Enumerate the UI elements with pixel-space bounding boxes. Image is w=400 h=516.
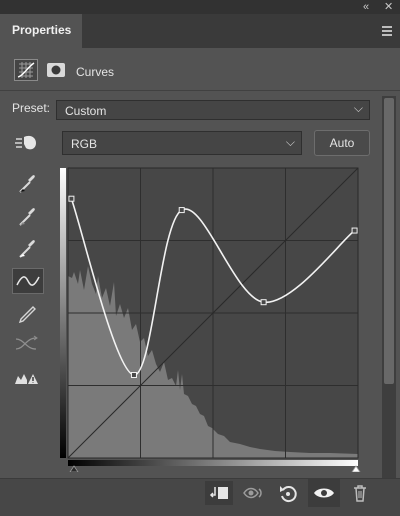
panel-menu-icon[interactable] (382, 26, 392, 38)
clipping-warning-icon[interactable] (12, 366, 42, 390)
visibility-eye-icon[interactable] (308, 479, 340, 507)
curve-control-point[interactable] (130, 371, 137, 378)
close-panel-button[interactable]: ✕ (384, 1, 393, 13)
layer-mask-icon[interactable] (44, 59, 68, 81)
preset-value: Custom (65, 104, 107, 118)
auto-button[interactable]: Auto (314, 130, 370, 156)
edit-curve-points-icon[interactable] (12, 268, 44, 294)
curve-control-point[interactable] (351, 227, 358, 234)
draw-curve-pencil-icon[interactable] (12, 300, 42, 324)
reset-icon[interactable] (274, 481, 302, 505)
channel-dropdown[interactable]: RGB ⌵ (62, 131, 302, 155)
curves-adjustment-icon[interactable] (14, 59, 38, 81)
black-point-eyedropper-icon[interactable] (12, 170, 42, 194)
tab-properties-label: Properties (12, 23, 72, 37)
white-point-eyedropper-icon[interactable] (12, 235, 42, 259)
divider (0, 90, 400, 91)
window-title-bar (0, 0, 400, 14)
adjustment-title: Curves (76, 65, 115, 79)
white-point-slider[interactable] (351, 465, 361, 472)
curve-control-point[interactable] (178, 207, 185, 214)
collapse-panel-button[interactable]: « (363, 1, 369, 13)
curve-control-point[interactable] (260, 299, 267, 306)
smooth-curve-icon (12, 332, 42, 356)
delete-trash-icon[interactable] (346, 481, 374, 505)
chevron-down-icon: ⌵ (285, 135, 295, 149)
view-previous-state-icon[interactable] (241, 481, 269, 505)
curve-control-point[interactable] (68, 195, 75, 202)
input-gradient-bar (68, 460, 358, 466)
output-gradient-bar (60, 168, 66, 458)
channel-value: RGB (71, 137, 98, 151)
curves-graph[interactable] (60, 166, 364, 472)
targeted-adjustment-icon[interactable] (12, 131, 42, 155)
black-point-slider[interactable] (69, 465, 79, 472)
chevron-down-icon: ⌵ (353, 101, 363, 115)
clip-to-layer-icon[interactable] (205, 481, 233, 505)
gray-point-eyedropper-icon[interactable] (12, 203, 42, 227)
bottom-toolbar (0, 478, 400, 516)
scrollbar-thumb[interactable] (384, 98, 394, 384)
preset-label: Preset: (12, 101, 51, 115)
preset-dropdown[interactable]: Custom ⌵ (56, 100, 370, 120)
